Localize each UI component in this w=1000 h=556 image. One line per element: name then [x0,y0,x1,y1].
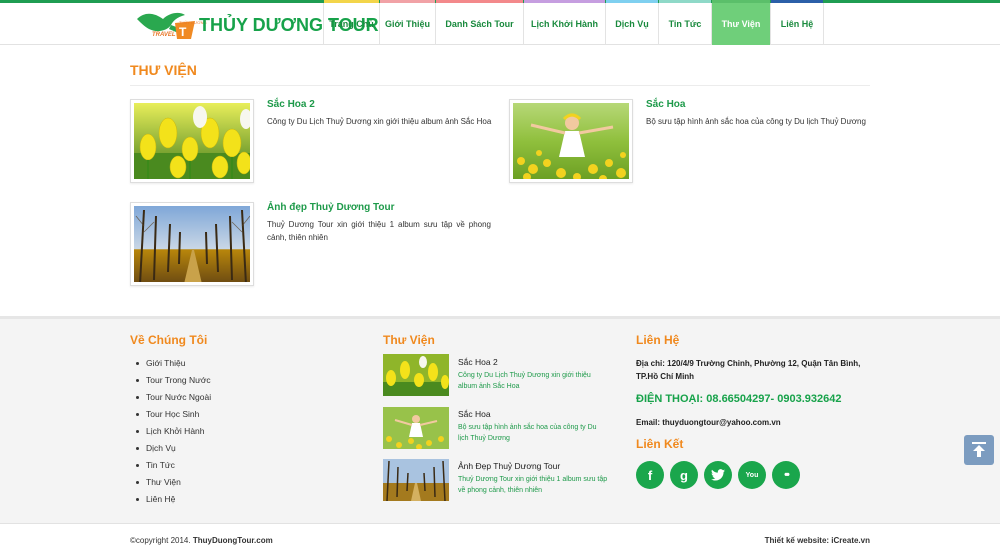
page-title: THƯ VIỆN [130,62,197,78]
footer-link[interactable]: Dịch Vụ [130,440,211,457]
copyright-bar: ©copyright 2014. ThuyDuongTour.com Thiết… [0,523,1000,556]
autumn-tree-avenue-image [134,206,250,282]
album-title[interactable]: Ảnh đẹp Thuỷ Dương Tour [267,202,394,213]
footer-gallery-desc: Thuỷ Dương Tour xin giới thiệu 1 album s… [458,476,608,494]
album-thumbnail-anh-dep[interactable] [130,202,254,286]
nav-label: Lịch Khởi Hành [531,19,598,29]
nav-stripe [659,0,711,3]
copyright-prefix: ©copyright 2014. [130,536,191,545]
footer-link[interactable]: Thư Viện [130,474,211,491]
youtube-icon[interactable]: You [738,461,766,489]
footer-link[interactable]: Tour Trong Nước [130,372,211,389]
nav-item-dich-vu[interactable]: Dịch Vụ [605,0,658,45]
nav-stripe [436,0,523,3]
nav-label: Danh Sách Tour [445,19,514,29]
facebook-icon[interactable]: f [636,461,664,489]
flickr-glyph: •• [784,469,790,481]
google-glyph: g [680,467,688,483]
nav-label: Tin Tức [668,19,702,29]
footer-link[interactable]: Tour Nước Ngoài [130,389,211,406]
footer-gallery-thumb-girl[interactable] [383,407,449,449]
footer-link[interactable]: Tour Học Sinh [130,406,211,423]
footer-email[interactable]: Email: thuyduongtour@yahoo.com.vn [636,416,781,429]
nav-item-danh-sach-tour[interactable]: Danh Sách Tour [435,0,523,45]
album-description: Công ty Du Lịch Thuỷ Dương xin giới thiệ… [267,117,492,126]
title-divider [130,85,870,86]
album-description: Bộ sưu tập hình ảnh sắc hoa của công ty … [646,117,866,126]
twitter-bird-glyph [711,469,725,481]
footer-gallery-title[interactable]: Sắc Hoa 2 [458,357,498,367]
nav-label: Dịch Vụ [615,19,649,29]
logo-travel: TRAVEL [152,32,176,38]
footer-link[interactable]: Liên Hệ [130,491,211,508]
girl-in-flower-field-image [513,103,629,179]
footer-gallery-heading: Thư Viện [383,333,435,347]
album-title[interactable]: Sắc Hoa 2 [267,99,315,110]
album-thumbnail-sac-hoa[interactable] [509,99,633,183]
nav-item-lien-he[interactable]: Liên Hệ [770,0,824,45]
footer-gallery-desc: Công ty Du Lịch Thuỷ Dương xin giới thiệ… [458,372,591,390]
nav-label: Thư Viện [721,19,761,29]
nav-label: Liên Hệ [780,19,814,29]
twitter-icon[interactable] [704,461,732,489]
back-to-top-button[interactable] [964,435,994,465]
footer-contact-heading: Liên Hệ [636,333,680,347]
footer-phone: ĐIỆN THOẠI: 08.66504297- 0903.932642 [636,393,842,405]
footer-gallery-desc: Bộ sưu tập hình ảnh sắc hoa của công ty … [458,424,597,442]
footer-link[interactable]: Lịch Khởi Hành [130,423,211,440]
footer-gallery-thumb-avenue[interactable] [383,459,449,501]
footer-gallery-title[interactable]: Ảnh Đẹp Thuỷ Dương Tour [458,461,560,471]
site-footer: Về Chúng Tôi Giới Thiệu Tour Trong Nước … [0,316,1000,523]
nav-stripe [380,0,435,3]
album-thumbnail-sac-hoa-2[interactable] [130,99,254,183]
nav-item-lich-khoi-hanh[interactable]: Lịch Khởi Hành [523,0,605,45]
nav-item-trang-chu[interactable]: Trang Chủ [323,0,379,45]
designer-credit[interactable]: Thiết kế website: iCreate.vn [765,536,870,545]
nav-stripe [712,0,770,3]
nav-label: Giới Thiệu [385,19,430,29]
copyright-text: ©copyright 2014. ThuyDuongTour.com [130,536,273,545]
footer-gallery-title[interactable]: Sắc Hoa [458,409,491,419]
nav-item-tin-tuc[interactable]: Tin Tức [658,0,711,45]
site-header: T THỦY DƯƠNG TRAVEL THỦY DƯƠNG TOUR Tran… [0,0,1000,45]
main-nav: Trang Chủ Giới Thiệu Danh Sách Tour Lịch… [323,0,824,45]
footer-gallery-thumb-tulips[interactable] [383,354,449,396]
nav-stripe [324,0,379,3]
nav-stripe [606,0,658,3]
facebook-glyph: f [647,467,653,483]
youtube-glyph: You [745,471,759,479]
google-plus-icon[interactable]: g [670,461,698,489]
footer-link[interactable]: Tin Tức [130,457,211,474]
svg-text:T: T [179,25,187,39]
footer-link[interactable]: Giới Thiệu [130,355,211,372]
album-description: Thuỷ Dương Tour xin giới thiệu 1 album s… [267,220,491,242]
nav-label: Trang Chủ [329,19,374,29]
nav-item-thu-vien[interactable]: Thư Viện [711,0,770,45]
footer-links-heading: Liên Kết [636,437,684,451]
nav-stripe [524,0,605,3]
arrow-up-icon [972,442,986,457]
footer-about-links: Giới Thiệu Tour Trong Nước Tour Nước Ngo… [130,355,211,508]
flickr-icon[interactable]: •• [772,461,800,489]
footer-about-heading: Về Chúng Tôi [130,333,208,347]
copyright-site-link[interactable]: ThuyDuongTour.com [193,536,273,545]
nav-item-gioi-thieu[interactable]: Giới Thiệu [379,0,435,45]
site-logo[interactable]: T THỦY DƯƠNG TRAVEL THỦY DƯƠNG TOUR [133,5,379,43]
nav-stripe [771,0,823,3]
footer-address: Địa chỉ: 120/4/9 Trường Chinh, Phường 12… [636,359,861,381]
yellow-tulips-image [134,103,250,179]
album-title[interactable]: Sắc Hoa [646,99,685,110]
